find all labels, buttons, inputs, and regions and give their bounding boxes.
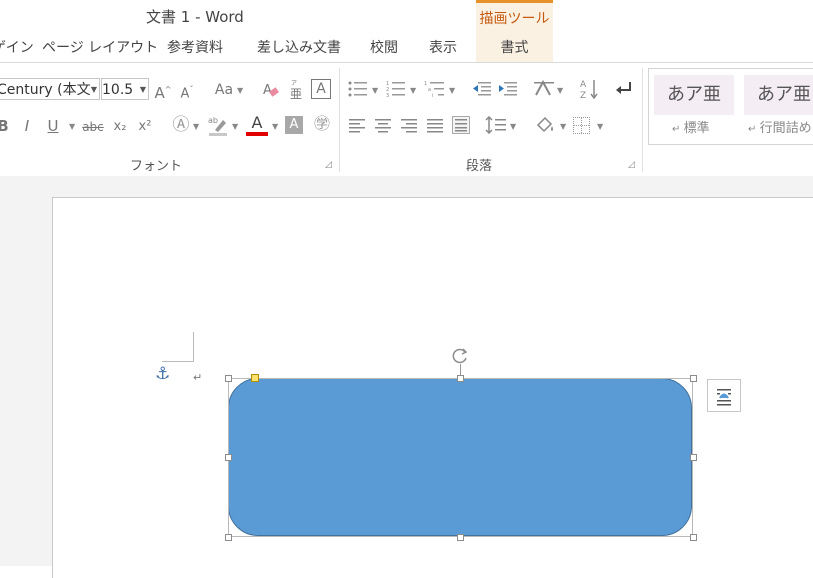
numbering-icon[interactable]: 123	[386, 80, 406, 102]
svg-text:1: 1	[424, 81, 427, 87]
style-no-spacing-preview[interactable]: あア亜	[744, 75, 813, 115]
svg-text:ab: ab	[208, 116, 218, 125]
tab-references[interactable]: 参考資料	[167, 37, 223, 57]
font-color-bar	[246, 132, 268, 136]
chevron-down-icon[interactable]: ▼	[272, 122, 278, 131]
align-right-icon[interactable]	[401, 118, 417, 137]
anchor-icon[interactable]: ⚓	[155, 364, 170, 384]
svg-text:A: A	[263, 83, 272, 98]
chevron-down-icon[interactable]: ▼	[510, 122, 516, 131]
tab-view[interactable]: 表示	[429, 37, 457, 57]
chevron-down-icon[interactable]: ▼	[557, 86, 563, 95]
style-no-spacing-name: ↵ 行間詰め	[748, 121, 812, 136]
highlight-icon[interactable]: ab	[207, 114, 229, 141]
multilevel-icon[interactable]: 1ai	[424, 80, 446, 102]
font-name-combo[interactable]: Century (本文 ▼	[0, 78, 100, 100]
chevron-down-icon[interactable]: ▼	[232, 122, 238, 131]
font-color-label: A	[251, 113, 263, 132]
window-title: 文書 1 - Word	[146, 8, 244, 26]
bold-button[interactable]: B	[0, 116, 10, 136]
margin-corner-mark	[162, 332, 194, 362]
borders-icon[interactable]	[573, 117, 590, 134]
subscript-button[interactable]: x₂	[110, 117, 130, 137]
change-case-button[interactable]: Aa	[213, 80, 235, 100]
shading-icon[interactable]	[535, 115, 555, 139]
italic-button[interactable]: I	[18, 116, 36, 136]
bullets-icon[interactable]	[348, 80, 368, 102]
clear-format-icon[interactable]: A	[261, 80, 281, 103]
chevron-down-icon[interactable]: ▼	[69, 122, 75, 131]
font-dialog-launcher-icon[interactable]: ◿	[325, 160, 332, 170]
chevron-down-icon[interactable]: ▼	[140, 79, 146, 99]
char-shading-icon[interactable]: A	[285, 116, 303, 134]
svg-text:3: 3	[386, 93, 389, 98]
svg-text:亜: 亜	[290, 87, 302, 100]
svg-text:Z: Z	[580, 91, 586, 100]
font-name-value: Century (本文	[0, 82, 91, 98]
text-effects-icon[interactable]: Ⓐ	[171, 115, 191, 135]
selection-frame	[228, 378, 693, 537]
align-left-icon[interactable]	[349, 118, 365, 137]
tab-review[interactable]: 校閲	[370, 37, 398, 57]
resize-handle-bottom[interactable]	[457, 534, 464, 541]
justify-icon[interactable]	[427, 118, 443, 137]
tab-design[interactable]: ゲイン	[0, 37, 34, 57]
font-size-combo[interactable]: 10.5 ▼	[101, 78, 149, 100]
chevron-down-icon[interactable]: ▼	[560, 122, 566, 131]
align-center-icon[interactable]	[375, 118, 391, 137]
drawing-tools-label: 描画ツール	[479, 11, 550, 27]
svg-text:a: a	[428, 87, 431, 93]
svg-text:ア: ア	[291, 80, 297, 87]
font-group-label: フォント	[130, 159, 183, 174]
enclose-char-icon[interactable]: ㊫	[312, 114, 332, 134]
resize-handle-top-left[interactable]	[225, 375, 232, 382]
text-direction-icon[interactable]	[533, 79, 555, 103]
resize-handle-right[interactable]	[690, 454, 697, 461]
resize-handle-top[interactable]	[457, 375, 464, 382]
resize-handle-bottom-left[interactable]	[225, 534, 232, 541]
paragraph-dialog-launcher-icon[interactable]: ◿	[628, 160, 635, 170]
sort-icon[interactable]: AZ	[580, 78, 600, 104]
strikethrough-button[interactable]: abc	[81, 117, 105, 137]
layout-options-icon[interactable]	[707, 379, 741, 412]
resize-handle-top-right[interactable]	[690, 375, 697, 382]
font-size-value: 10.5	[102, 82, 134, 98]
chevron-down-icon[interactable]: ▼	[193, 122, 199, 131]
paragraph-mark-icon: ↵	[193, 371, 203, 384]
style-normal-name: ↵ 標準	[672, 121, 710, 136]
decrease-indent-icon[interactable]	[472, 81, 492, 101]
tab-page-layout[interactable]: ページ レイアウト	[42, 37, 158, 57]
group-divider	[339, 68, 340, 172]
chevron-down-icon[interactable]: ▼	[237, 86, 243, 95]
resize-handle-left[interactable]	[225, 454, 232, 461]
font-color-button[interactable]: A	[246, 113, 268, 137]
adjustment-handle[interactable]	[251, 374, 259, 382]
paragraph-group-label: 段落	[466, 159, 493, 174]
distributed-icon[interactable]	[452, 116, 470, 134]
svg-text:i: i	[432, 93, 433, 98]
chevron-down-icon[interactable]: ▼	[449, 86, 455, 95]
phonetic-guide-icon[interactable]: ア亜	[287, 78, 305, 105]
superscript-button[interactable]: x²	[135, 117, 155, 137]
grow-font-icon[interactable]: A^	[154, 80, 172, 103]
tab-format[interactable]: 書式	[476, 37, 553, 57]
drawing-tools-accent	[476, 0, 553, 3]
underline-button[interactable]: U	[44, 116, 62, 136]
group-divider	[642, 68, 643, 172]
resize-handle-bottom-right[interactable]	[690, 534, 697, 541]
show-marks-icon[interactable]	[614, 80, 634, 102]
chevron-down-icon[interactable]: ▼	[410, 86, 416, 95]
style-normal-preview[interactable]: あア亜	[654, 75, 734, 115]
char-border-icon[interactable]: A	[311, 79, 331, 99]
chevron-down-icon[interactable]: ▼	[91, 79, 97, 99]
tab-mailings[interactable]: 差し込み文書	[257, 37, 341, 57]
chevron-down-icon[interactable]: ▼	[597, 122, 603, 131]
shrink-font-icon[interactable]: Aˇ	[178, 80, 196, 104]
chevron-down-icon[interactable]: ▼	[372, 86, 378, 95]
title-bar	[0, 0, 813, 32]
line-spacing-icon[interactable]	[485, 115, 507, 138]
increase-indent-icon[interactable]	[498, 81, 518, 101]
rotate-icon[interactable]	[450, 346, 470, 366]
svg-text:A: A	[580, 80, 587, 90]
